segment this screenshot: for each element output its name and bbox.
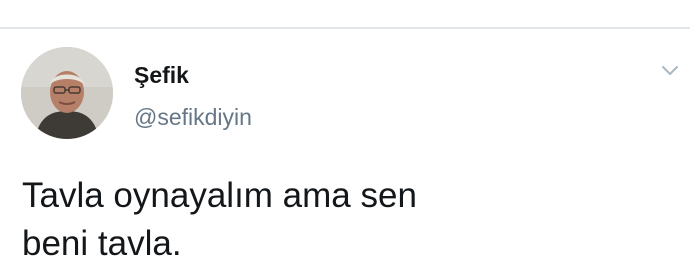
chevron-down-icon[interactable]: [660, 63, 680, 77]
author-avatar[interactable]: [21, 47, 113, 139]
author-display-name[interactable]: Şefik: [134, 61, 189, 89]
previous-tweet-area: [0, 0, 690, 27]
avatar-photo-icon: [21, 47, 113, 139]
tweet-card[interactable]: Şefik @sefikdiyin Tavla oynayalım ama se…: [0, 29, 690, 278]
tweet-text: Tavla oynayalım ama sen beni tavla.: [22, 176, 417, 263]
author-handle[interactable]: @sefikdiyin: [134, 103, 252, 131]
